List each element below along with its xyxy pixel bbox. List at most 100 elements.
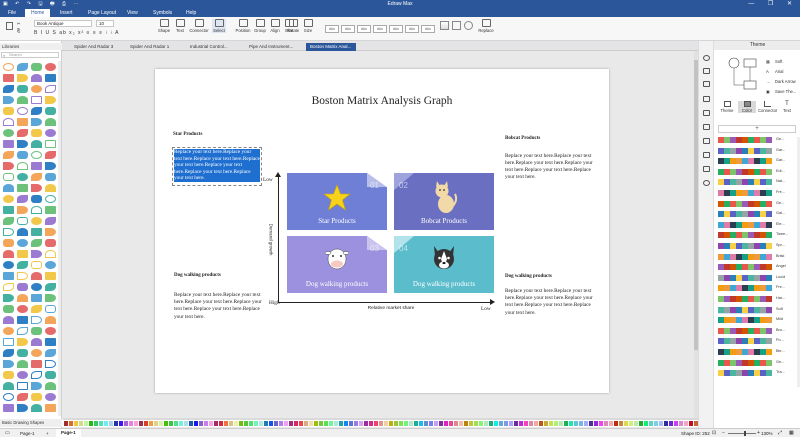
library-shape[interactable] xyxy=(31,184,42,192)
doc-tab-industrial-control[interactable]: Industrial Control... xyxy=(186,43,242,51)
palette-swatch[interactable] xyxy=(119,421,123,426)
palette-swatch[interactable] xyxy=(539,421,543,426)
y-axis-low-label[interactable]: Low xyxy=(263,177,273,183)
theme-option-dark-arrow[interactable]: Dark Arrow xyxy=(775,79,796,84)
palette-swatch[interactable] xyxy=(394,421,398,426)
menu-home[interactable]: Home xyxy=(25,9,51,17)
palette-swatch[interactable] xyxy=(559,421,563,426)
library-shape[interactable] xyxy=(3,283,14,291)
library-shape[interactable] xyxy=(31,74,42,82)
library-shape[interactable] xyxy=(17,206,28,214)
quadrant-dog-right[interactable]: 04 Dog walking products xyxy=(394,236,494,293)
library-shape[interactable] xyxy=(3,305,14,313)
fill-bucket-icon[interactable] xyxy=(703,55,710,61)
palette-swatch[interactable] xyxy=(554,421,558,426)
library-shape[interactable] xyxy=(45,85,56,93)
shadow-icon[interactable] xyxy=(464,21,473,30)
palette-swatch[interactable] xyxy=(264,421,268,426)
library-shape[interactable] xyxy=(3,393,14,401)
library-shape[interactable] xyxy=(3,63,14,71)
style-box-6[interactable]: Abc xyxy=(405,25,419,33)
library-shape[interactable] xyxy=(3,349,14,357)
library-shape[interactable] xyxy=(17,349,28,357)
page-title[interactable]: Boston Matrix Analysis Graph xyxy=(155,95,609,107)
library-shape[interactable] xyxy=(17,173,28,181)
palette-swatch[interactable] xyxy=(324,421,328,426)
palette-swatch[interactable] xyxy=(299,421,303,426)
palette-swatch[interactable] xyxy=(579,421,583,426)
color-theme-row[interactable]: Lucid xyxy=(718,274,785,282)
palette-swatch[interactable] xyxy=(379,421,383,426)
palette-swatch[interactable] xyxy=(99,421,103,426)
palette-swatch[interactable] xyxy=(194,421,198,426)
paste-icon[interactable] xyxy=(6,22,13,30)
palette-swatch[interactable] xyxy=(469,421,473,426)
doc-tab-spider-radar-1[interactable]: Spider And Radar 1 xyxy=(126,43,182,51)
palette-swatch[interactable] xyxy=(209,421,213,426)
palette-swatch[interactable] xyxy=(629,421,633,426)
palette-swatch[interactable] xyxy=(289,421,293,426)
palette-swatch[interactable] xyxy=(399,421,403,426)
palette-swatch[interactable] xyxy=(504,421,508,426)
y-axis-label[interactable]: Demand growth xyxy=(269,210,274,270)
color-theme-row[interactable]: Ge... xyxy=(718,359,784,367)
bobcat-heading[interactable]: Bobcat Products xyxy=(505,136,540,141)
library-shape[interactable] xyxy=(31,63,42,71)
library-shape[interactable] xyxy=(45,173,56,181)
library-shape[interactable] xyxy=(31,283,42,291)
library-shape[interactable] xyxy=(31,107,42,115)
palette-swatch[interactable] xyxy=(619,421,623,426)
palette-swatch[interactable] xyxy=(384,421,388,426)
library-shape[interactable] xyxy=(31,96,42,104)
data-icon[interactable] xyxy=(703,152,710,158)
library-shape[interactable] xyxy=(31,250,42,258)
library-shape[interactable] xyxy=(45,74,56,82)
library-shape[interactable] xyxy=(17,305,28,313)
palette-swatch[interactable] xyxy=(359,421,363,426)
quadrant-bobcat[interactable]: 02 Bobcat Products xyxy=(394,173,494,230)
palette-swatch[interactable] xyxy=(419,421,423,426)
color-theme-row[interactable]: Nat... xyxy=(718,179,785,186)
library-shape[interactable] xyxy=(45,162,56,170)
library-shape[interactable] xyxy=(17,118,28,126)
library-shape[interactable] xyxy=(31,360,42,368)
select-button[interactable]: Select xyxy=(212,19,226,33)
dog-left-heading[interactable]: Dog walking products xyxy=(174,273,221,278)
library-shape[interactable] xyxy=(45,228,56,236)
theme-option-soft[interactable]: Soft xyxy=(775,59,782,64)
fill-icon[interactable] xyxy=(440,21,449,30)
palette-swatch[interactable] xyxy=(549,421,553,426)
library-shape[interactable] xyxy=(3,74,14,82)
format-buttons[interactable]: B I U S ab x₂ x² ≡ ≡ ≡ ⁝ ⁝ A xyxy=(34,30,120,36)
doc-tab-pipe-instrument[interactable]: Pipe And Instrument... xyxy=(245,43,303,51)
library-shape[interactable] xyxy=(17,393,28,401)
library-shape[interactable] xyxy=(45,195,56,203)
style-box-3[interactable]: Abc xyxy=(357,25,371,33)
library-shape[interactable] xyxy=(17,107,28,115)
palette-swatch[interactable] xyxy=(249,421,253,426)
palette-swatch[interactable] xyxy=(354,421,358,426)
palette-swatch[interactable] xyxy=(329,421,333,426)
palette-swatch[interactable] xyxy=(304,421,308,426)
palette-swatch[interactable] xyxy=(314,421,318,426)
library-shape[interactable] xyxy=(3,382,14,390)
grid-icon[interactable]: ▦ xyxy=(789,430,794,436)
palette-swatch[interactable] xyxy=(219,421,223,426)
palette-swatch[interactable] xyxy=(449,421,453,426)
library-shape[interactable] xyxy=(45,294,56,302)
library-shape[interactable] xyxy=(45,393,56,401)
library-shape[interactable] xyxy=(31,140,42,148)
library-shape[interactable] xyxy=(45,316,56,324)
palette-swatch[interactable] xyxy=(679,421,683,426)
library-shape[interactable] xyxy=(45,261,56,269)
palette-swatch[interactable] xyxy=(109,421,113,426)
palette-swatch[interactable] xyxy=(224,421,228,426)
library-shape[interactable] xyxy=(45,206,56,214)
library-shape[interactable] xyxy=(31,327,42,335)
palette-swatch[interactable] xyxy=(669,421,673,426)
color-theme-row[interactable]: Twee... xyxy=(718,232,788,239)
library-shape[interactable] xyxy=(45,327,56,335)
library-shape[interactable] xyxy=(45,360,56,368)
menu-insert[interactable]: Insert xyxy=(60,10,73,16)
star-heading[interactable]: Star Products xyxy=(173,132,202,137)
